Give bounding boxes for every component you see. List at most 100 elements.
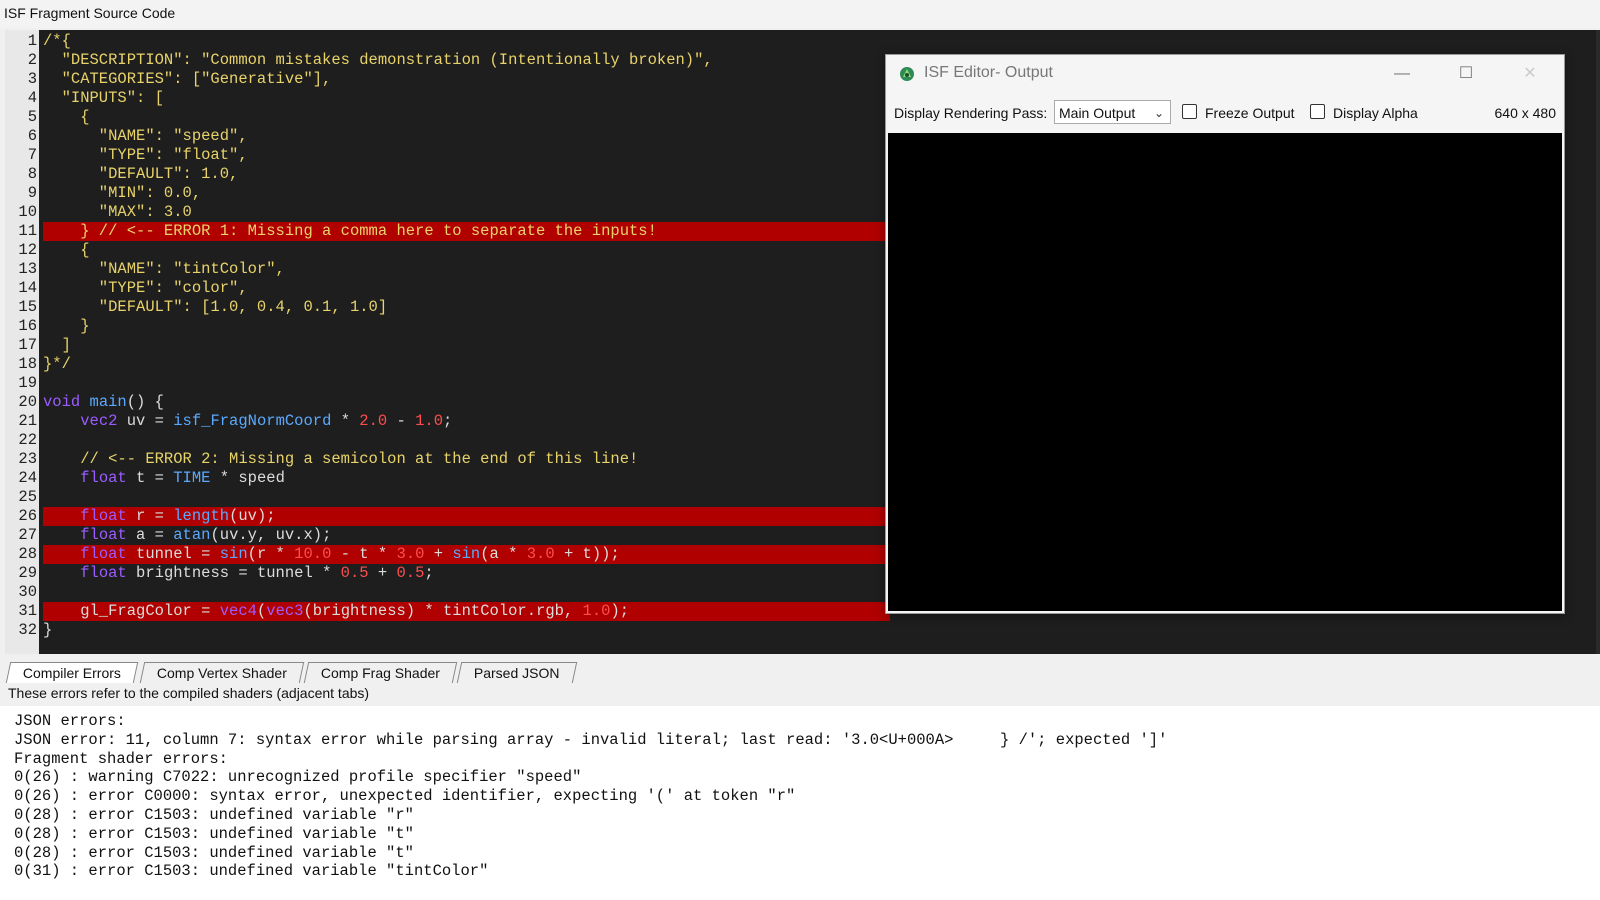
display-alpha-label: Display Alpha — [1333, 105, 1418, 121]
output-window[interactable]: ISF Editor- Output — ☐ ✕ Display Renderi… — [885, 54, 1565, 614]
line-number: 1 — [27, 32, 37, 50]
line-number: 20 — [18, 393, 37, 411]
tab-parsed-json[interactable]: Parsed JSON — [456, 662, 577, 683]
tab-comp-frag-shader[interactable]: Comp Frag Shader — [303, 662, 458, 683]
code-text: vec2 uv = isf_FragNormCoord * 2.0 - 1.0; — [80, 412, 453, 430]
freeze-output-checkbox[interactable] — [1182, 104, 1197, 119]
code-text: "DEFAULT": [1.0, 0.4, 0.1, 1.0] — [43, 298, 388, 316]
line-number: 28 — [18, 545, 37, 563]
console-line: 0(28) : error C1503: undefined variable … — [14, 806, 414, 824]
tab-comp-vertex-shader[interactable]: Comp Vertex Shader — [139, 662, 305, 683]
display-alpha-checkbox[interactable] — [1310, 104, 1325, 119]
tab-label: Comp Frag Shader — [320, 665, 440, 681]
code-text: // <-- ERROR 2: Missing a semicolon at t… — [43, 450, 639, 468]
line-number: 27 — [18, 526, 37, 544]
rendering-pass-select[interactable]: Main Output ⌄ — [1054, 100, 1171, 124]
code-line[interactable]: 1 /*{ — [5, 32, 1600, 51]
error-console[interactable]: JSON errors: JSON error: 11, column 7: sy… — [0, 706, 1600, 900]
console-line: 0(28) : error C1503: undefined variable … — [14, 843, 414, 862]
line-number: 25 — [18, 488, 37, 506]
console-line: Fragment shader errors: — [14, 749, 228, 768]
code-text: ] — [43, 336, 71, 354]
code-text: float t = TIME * speed — [80, 469, 285, 487]
editor-scrollbar[interactable] — [1596, 30, 1600, 654]
code-text: "TYPE": "color", — [43, 279, 248, 297]
console-line: 0(28) : error C1503: undefined variable … — [14, 824, 414, 843]
freeze-output-label: Freeze Output — [1205, 105, 1295, 121]
line-number: 30 — [18, 583, 37, 601]
line-number: 22 — [18, 431, 37, 449]
tab-label: Compiler Errors — [22, 665, 121, 681]
line-number: 26 — [18, 507, 37, 525]
line-number: 16 — [18, 317, 37, 335]
line-number: 21 — [18, 412, 37, 430]
code-text: float a = atan(uv.y, uv.x); — [80, 526, 332, 544]
minimize-button[interactable]: — — [1384, 61, 1420, 87]
code-text: }*/ — [43, 355, 71, 373]
line-number: 15 — [18, 298, 37, 316]
console-line: 0(31) : error C1503: undefined variable … — [14, 862, 489, 881]
tab-compiler-errors[interactable]: Compiler Errors — [5, 662, 139, 683]
rendering-pass-value: Main Output — [1059, 105, 1136, 121]
code-text: "TYPE": "float", — [43, 146, 248, 164]
tab-label: Parsed JSON — [473, 665, 560, 681]
line-number: 12 — [18, 241, 37, 259]
code-text: /*{ — [43, 32, 71, 50]
isf-logo-icon — [900, 67, 914, 81]
rendering-pass-label: Display Rendering Pass: — [894, 105, 1048, 121]
output-canvas[interactable] — [888, 133, 1562, 611]
line-number: 18 — [18, 355, 37, 373]
code-text: } — [43, 621, 53, 639]
line-number: 19 — [18, 374, 37, 392]
code-text: "INPUTS": [ — [43, 89, 164, 107]
line-number: 9 — [27, 184, 37, 202]
line-number: 17 — [18, 336, 37, 354]
output-window-title: ISF Editor- Output — [924, 64, 1053, 81]
code-text: } — [43, 317, 90, 335]
line-number: 6 — [27, 127, 37, 145]
line-number: 13 — [18, 260, 37, 278]
output-toolbar: Display Rendering Pass: Main Output ⌄ Fr… — [886, 97, 1564, 131]
code-text: "DEFAULT": 1.0, — [43, 165, 239, 183]
line-number: 32 — [18, 621, 37, 639]
line-number: 5 — [27, 108, 37, 126]
line-number: 4 — [27, 89, 37, 107]
code-text: "NAME": "speed", — [43, 127, 248, 145]
code-text: gl_FragColor = vec4(vec3(brightness) * t… — [43, 602, 630, 620]
line-number: 31 — [18, 602, 37, 620]
bottom-tabs: Compiler Errors Comp Vertex Shader Comp … — [0, 662, 1600, 684]
code-text: "MAX": 3.0 — [43, 203, 192, 221]
line-number: 24 — [18, 469, 37, 487]
code-text: } // <-- ERROR 1: Missing a comma here t… — [43, 222, 657, 240]
code-text: "MIN": 0.0, — [43, 184, 202, 202]
line-number: 29 — [18, 564, 37, 582]
code-text: { — [43, 108, 90, 126]
code-text: { — [43, 241, 90, 259]
output-window-titlebar[interactable]: ISF Editor- Output — ☐ ✕ — [886, 55, 1564, 93]
tab-label: Comp Vertex Shader — [156, 665, 287, 681]
code-text: float brightness = tunnel * 0.5 + 0.5; — [80, 564, 434, 582]
code-text: "CATEGORIES": ["Generative"], — [43, 70, 332, 88]
line-number: 2 — [27, 51, 37, 69]
code-text: float r = length(uv); — [80, 507, 276, 525]
code-line[interactable]: 32} — [5, 621, 1600, 640]
console-line: JSON errors: — [14, 712, 126, 730]
line-number: 8 — [27, 165, 37, 183]
line-number: 10 — [18, 203, 37, 221]
line-number: 11 — [18, 222, 37, 240]
console-line: JSON error: 11, column 7: syntax error w… — [14, 730, 1168, 749]
line-number: 3 — [27, 70, 37, 88]
code-text: void main() { — [43, 393, 164, 411]
code-text: float tunnel = sin(r * 10.0 - t * 3.0 + … — [80, 545, 620, 563]
console-line: 0(26) : warning C7022: unrecognized prof… — [14, 768, 582, 787]
line-number: 23 — [18, 450, 37, 468]
resolution-readout: 640 x 480 — [1494, 105, 1557, 121]
app-titlebar: ISF Fragment Source Code — [0, 0, 1600, 28]
close-button[interactable]: ✕ — [1512, 61, 1548, 87]
console-line: 0(26) : error C0000: syntax error, unexp… — [14, 787, 796, 806]
line-number: 7 — [27, 146, 37, 164]
app-title: ISF Fragment Source Code — [4, 5, 176, 21]
maximize-button[interactable]: ☐ — [1448, 61, 1484, 87]
chevron-down-icon: ⌄ — [1153, 106, 1164, 120]
line-number: 14 — [18, 279, 37, 297]
